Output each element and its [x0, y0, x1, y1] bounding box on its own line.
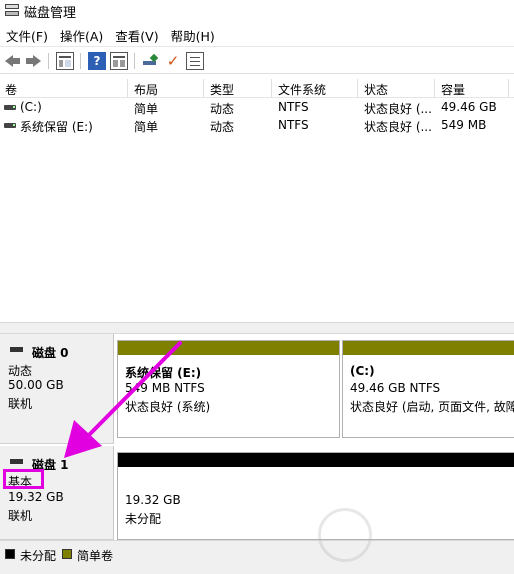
forward-arrow-icon[interactable] — [24, 52, 42, 70]
cell-layout: 简单 — [134, 102, 159, 116]
toolbar-separator — [48, 53, 49, 69]
column-divider[interactable] — [127, 79, 128, 98]
cell-capacity: 49.46 GB — [441, 100, 497, 114]
disk-icon — [10, 459, 23, 464]
pane-splitter[interactable] — [0, 322, 514, 334]
toolbar-separator — [80, 53, 81, 69]
cell-filesystem: NTFS — [278, 118, 309, 132]
list-icon[interactable] — [186, 52, 204, 70]
cell-type: 动态 — [210, 102, 235, 116]
disk-size: 19.32 GB — [8, 490, 64, 504]
connect-icon[interactable] — [142, 52, 160, 70]
partition-status: 状态良好 (系统) — [125, 400, 211, 414]
disk-icon — [10, 347, 23, 352]
partition-bar — [343, 341, 514, 355]
menu-bar: 文件(F) 操作(A) 查看(V) 帮助(H) — [0, 24, 514, 44]
volume-icon — [4, 123, 16, 128]
menu-help[interactable]: 帮助(H) — [165, 24, 221, 44]
legend-label-unallocated: 未分配 — [20, 549, 57, 563]
menu-file[interactable]: 文件(F) — [0, 24, 54, 44]
properties-icon[interactable] — [110, 52, 128, 70]
watermark-circle-icon — [318, 508, 372, 562]
cell-capacity: 549 MB — [441, 118, 487, 132]
help-icon[interactable]: ? — [88, 52, 106, 70]
partition-bar — [118, 453, 514, 467]
watermark-logo — [316, 504, 514, 570]
disk-size: 50.00 GB — [8, 378, 64, 392]
cell-type: 动态 — [210, 120, 235, 134]
toolbar-separator — [134, 53, 135, 69]
table-row[interactable]: (C:) 简单 动态 NTFS 状态良好 (... 49.46 GB — [0, 99, 514, 117]
legend-swatch-unallocated — [5, 549, 15, 559]
partition-size: 549 MB NTFS — [125, 381, 205, 395]
legend-label-simple: 简单卷 — [77, 549, 114, 563]
partition-status: 未分配 — [125, 512, 162, 526]
disk-state: 联机 — [8, 397, 33, 411]
partition-bar — [118, 341, 339, 355]
cell-status: 状态良好 (... — [364, 120, 432, 134]
column-divider[interactable] — [357, 79, 358, 98]
disk-name: 磁盘 0 — [32, 346, 69, 360]
column-divider[interactable] — [203, 79, 204, 98]
partition-size: 19.32 GB — [125, 493, 181, 507]
column-capacity[interactable]: 容量 — [441, 81, 465, 98]
disk-1-label[interactable]: 磁盘 1 基本 19.32 GB 联机 — [0, 446, 114, 540]
disk-0-label[interactable]: 磁盘 0 动态 50.00 GB 联机 — [0, 334, 114, 444]
console-tree-icon[interactable] — [56, 52, 74, 70]
title-bar: 磁盘管理 — [0, 0, 514, 22]
toolbar: ? ✓ — [0, 46, 514, 74]
cell-status: 状态良好 (... — [364, 102, 432, 116]
partition-size: 49.46 GB NTFS — [350, 381, 441, 395]
disk-type: 动态 — [8, 364, 33, 378]
column-divider[interactable] — [271, 79, 272, 98]
partition-system-reserved[interactable]: 系统保留 (E:) 549 MB NTFS 状态良好 (系统) — [117, 340, 340, 438]
column-divider[interactable] — [434, 79, 435, 98]
column-type[interactable]: 类型 — [210, 81, 234, 98]
cell-layout: 简单 — [134, 120, 159, 134]
partition-status: 状态良好 (启动, 页面文件, 故障 — [350, 400, 514, 414]
partition-c[interactable]: (C:) 49.46 GB NTFS 状态良好 (启动, 页面文件, 故障 — [342, 340, 514, 438]
table-header: 卷 布局 类型 文件系统 状态 容量 — [0, 79, 514, 98]
column-filesystem[interactable]: 文件系统 — [278, 81, 326, 98]
disk-management-icon — [5, 4, 19, 17]
disk-state: 联机 — [8, 509, 33, 523]
column-layout[interactable]: 布局 — [134, 81, 158, 98]
column-volume[interactable]: 卷 — [5, 81, 17, 98]
back-arrow-icon[interactable] — [4, 52, 22, 70]
column-divider[interactable] — [508, 79, 509, 98]
menu-action[interactable]: 操作(A) — [54, 24, 109, 44]
cell-filesystem: NTFS — [278, 100, 309, 114]
check-icon[interactable]: ✓ — [164, 52, 182, 70]
window-title: 磁盘管理 — [24, 6, 77, 21]
annotation-highlight-box — [3, 469, 44, 489]
partition-title: (C:) — [350, 364, 375, 378]
menu-view[interactable]: 查看(V) — [109, 24, 164, 44]
table-row[interactable]: 系统保留 (E:) 简单 动态 NTFS 状态良好 (... 549 MB — [0, 117, 514, 135]
partition-title: 系统保留 (E:) — [125, 366, 202, 380]
column-status[interactable]: 状态 — [364, 81, 388, 98]
cell-volume: (C:) — [20, 100, 42, 114]
cell-volume: 系统保留 (E:) — [20, 120, 93, 134]
volume-icon — [4, 105, 16, 110]
legend-swatch-simple — [62, 549, 72, 559]
